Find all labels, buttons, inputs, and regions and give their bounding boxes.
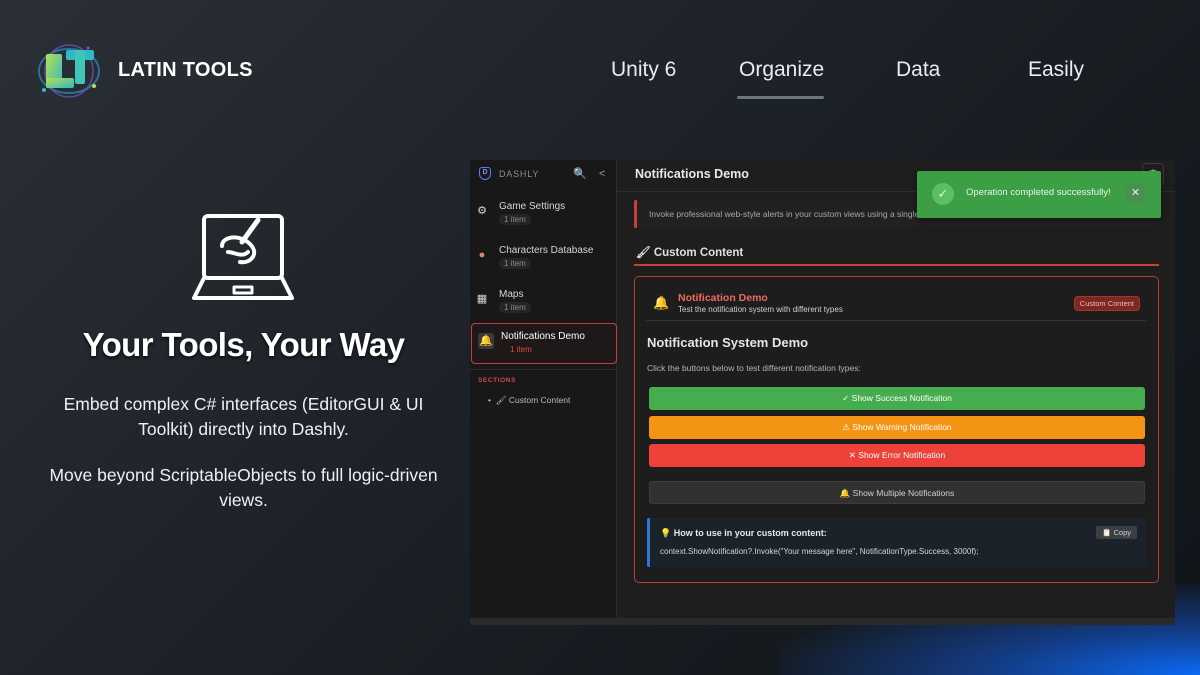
- brush-icon: 🖌: [495, 395, 507, 405]
- success-toast: ✓ Operation completed successfully! ✕: [917, 171, 1161, 218]
- sidebar-item-count: 1 item: [499, 302, 531, 313]
- sidebar-item-game-settings[interactable]: ⚙ Game Settings 1 item: [470, 194, 616, 234]
- show-success-notification-button[interactable]: ✓ Show Success Notification: [649, 387, 1145, 410]
- collapse-chevron-icon[interactable]: <: [599, 168, 605, 180]
- dashly-window: D DASHLY 🔍 < ⚙ Game Settings 1 item ● Ch…: [470, 160, 1175, 625]
- sidebar-item-count: 1 item: [510, 345, 532, 354]
- panel-heading: Notification System Demo: [647, 335, 809, 350]
- show-warning-notification-button[interactable]: ⚠ Show Warning Notification: [649, 416, 1145, 439]
- sidebar-item-label: Maps: [499, 289, 524, 300]
- bell-icon: 🔔: [478, 333, 494, 349]
- dashly-logo-icon: D: [479, 167, 491, 180]
- brush-icon: 🖌: [636, 247, 651, 259]
- sidebar-divider: [470, 369, 617, 370]
- sidebar-item-characters-database[interactable]: ● Characters Database 1 item: [470, 238, 616, 278]
- brand-name: LATIN TOOLS: [118, 59, 253, 81]
- sidebar-item-count: 1 item: [499, 214, 531, 225]
- sidebar-item-label: Notifications Demo: [501, 331, 585, 342]
- nav-item-unity-6[interactable]: Unity 6: [611, 58, 676, 82]
- page-title: Notifications Demo: [635, 167, 749, 181]
- bullet-icon: •: [488, 395, 491, 405]
- how-to-box: 💡 How to use in your custom content: 📋 C…: [647, 518, 1147, 567]
- panel-divider: [646, 320, 1146, 321]
- sidebar-item-maps[interactable]: ▦ Maps 1 item: [470, 282, 616, 322]
- copy-button[interactable]: 📋 Copy: [1096, 526, 1137, 539]
- show-error-notification-button[interactable]: ✕ Show Error Notification: [649, 444, 1145, 467]
- sidebar-item-notifications-demo[interactable]: 🔔 Notifications Demo 1 item: [471, 323, 617, 364]
- gear-icon: ⚙: [477, 205, 487, 217]
- section-item-custom-content[interactable]: • 🖌 Custom Content: [488, 395, 570, 406]
- show-multiple-notifications-button[interactable]: 🔔 Show Multiple Notifications: [649, 481, 1145, 504]
- sidebar-item-label: Characters Database: [499, 245, 594, 256]
- section-heading: 🖌 Custom Content: [636, 245, 743, 259]
- custom-content-panel: 🔔 Notification Demo Test the notificatio…: [634, 276, 1159, 583]
- map-icon: ▦: [476, 293, 488, 305]
- how-to-title: 💡 How to use in your custom content:: [660, 528, 827, 538]
- section-item-label: Custom Content: [508, 395, 571, 405]
- search-icon[interactable]: 🔍: [573, 167, 587, 180]
- panel-subtitle: Test the notification system with differ…: [678, 305, 843, 314]
- hero-title: Your Tools, Your Way: [82, 326, 405, 363]
- window-bottom-bar: [470, 618, 1175, 625]
- panel-title: Notification Demo: [678, 292, 768, 304]
- code-snippet: context.ShowNotification?.Invoke("Your m…: [660, 547, 979, 556]
- sidebar-title: DASHLY: [499, 169, 540, 179]
- hero-paragraph-2: Move beyond ScriptableObjects to full lo…: [49, 465, 438, 510]
- custom-content-badge: Custom Content: [1073, 296, 1140, 311]
- character-icon: ●: [478, 249, 486, 261]
- nav-item-organize[interactable]: Organize: [739, 58, 824, 82]
- latin-tools-logo-icon: [38, 44, 100, 98]
- panel-description: Click the buttons below to test differen…: [647, 363, 861, 373]
- sidebar-item-label: Game Settings: [499, 201, 566, 212]
- sidebar-item-count: 1 item: [499, 258, 531, 269]
- check-circle-icon: ✓: [932, 183, 954, 205]
- bell-icon: 🔔: [653, 295, 670, 310]
- nav-item-data[interactable]: Data: [896, 58, 940, 82]
- laptop-paintbrush-icon: [192, 214, 294, 300]
- section-heading-underline: [634, 264, 1159, 266]
- hero-paragraph-1: Embed complex C# interfaces (EditorGUI &…: [63, 394, 424, 439]
- sidebar-header: D DASHLY 🔍 <: [479, 167, 609, 187]
- close-icon[interactable]: ✕: [1126, 184, 1145, 203]
- section-heading-text: Custom Content: [653, 247, 744, 259]
- sections-label: SECTIONS: [478, 377, 517, 384]
- nav-item-easily[interactable]: Easily: [1028, 58, 1084, 82]
- nav-active-indicator: [737, 96, 824, 99]
- toast-message: Operation completed successfully!: [966, 187, 1111, 198]
- sidebar: D DASHLY 🔍 < ⚙ Game Settings 1 item ● Ch…: [470, 160, 617, 620]
